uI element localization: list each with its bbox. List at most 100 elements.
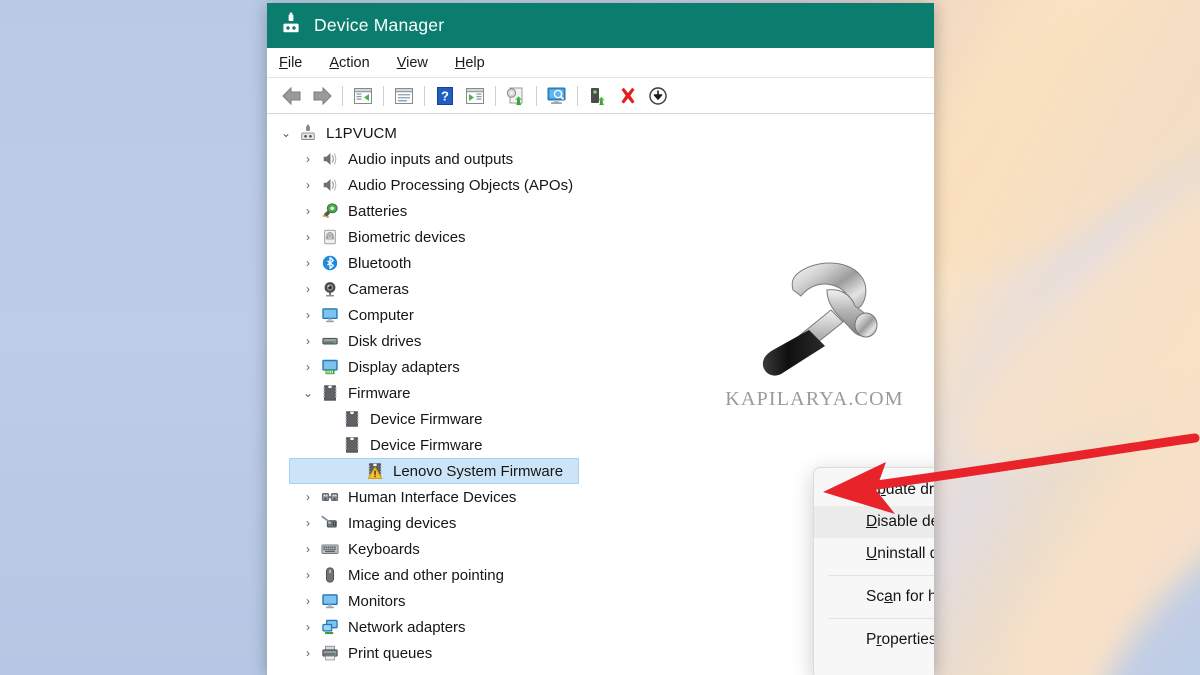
toolbar-separator <box>495 85 496 106</box>
toolbar: ? <box>267 78 934 114</box>
tree-item-label: Device Firmware <box>370 436 483 454</box>
chevron-right-icon[interactable]: › <box>297 594 319 608</box>
chevron-right-icon[interactable]: › <box>297 152 319 166</box>
update-driver-icon[interactable] <box>501 82 531 110</box>
toolbar-separator <box>577 85 578 106</box>
chevron-right-icon[interactable]: › <box>297 308 319 322</box>
forward-arrow-icon[interactable] <box>307 82 337 110</box>
chevron-right-icon[interactable]: › <box>297 516 319 530</box>
fingerprint-icon <box>319 227 341 247</box>
tree-row-computer[interactable]: › Computer <box>267 302 934 328</box>
menu-help[interactable]: Help <box>455 55 485 71</box>
tree-item-label: Audio Processing Objects (APOs) <box>348 176 574 194</box>
toolbar-separator <box>342 85 343 106</box>
menu-action[interactable]: Action <box>329 55 369 71</box>
tree-row-audio-processing-objects-apos[interactable]: › Audio Processing Objects (APOs) <box>267 172 934 198</box>
camera-icon <box>319 279 341 299</box>
disk-drive-icon <box>319 331 341 351</box>
desktop-background: Device Manager File Action View Help ? K… <box>0 0 1200 675</box>
monitor-icon <box>319 305 341 325</box>
toolbar-separator <box>536 85 537 106</box>
disable-device-icon[interactable] <box>643 82 673 110</box>
firmware-chip-icon <box>341 435 363 455</box>
svg-text:?: ? <box>441 88 449 103</box>
chevron-right-icon[interactable]: › <box>297 360 319 374</box>
context-menu-item-uninstall-device[interactable]: Uninstall device <box>814 538 934 570</box>
tree-item-label: Monitors <box>348 592 406 610</box>
help-icon[interactable]: ? <box>430 82 460 110</box>
device-manager-window: Device Manager File Action View Help ? K… <box>267 3 934 675</box>
context-menu-item-update-driver[interactable]: Update driver <box>814 474 934 506</box>
menu-view[interactable]: View <box>397 55 428 71</box>
tree-item-label: Human Interface Devices <box>348 488 517 506</box>
wallpaper-left-panel <box>0 0 282 675</box>
keyboard-icon <box>319 539 341 559</box>
chevron-right-icon[interactable]: › <box>297 230 319 244</box>
chevron-down-icon[interactable]: ⌄ <box>275 126 297 140</box>
tree-item-label: Cameras <box>348 280 409 298</box>
tree-row-disk-drives[interactable]: › Disk drives <box>267 328 934 354</box>
tree-row-biometric-devices[interactable]: › Biometric devices <box>267 224 934 250</box>
computer-root-icon <box>297 123 319 143</box>
firmware-chip-icon <box>341 409 363 429</box>
tree-item-label: Audio inputs and outputs <box>348 150 514 168</box>
chevron-right-icon[interactable]: › <box>297 542 319 556</box>
tree-row-firmware[interactable]: ⌄ Firmware <box>267 380 934 406</box>
context-menu-separator <box>828 575 934 576</box>
tree-item-label: Biometric devices <box>348 228 466 246</box>
display-adapter-icon <box>319 357 341 377</box>
battery-icon <box>319 201 341 221</box>
chevron-right-icon[interactable]: › <box>297 620 319 634</box>
imaging-device-icon <box>319 513 341 533</box>
speaker-icon <box>319 175 341 195</box>
tree-item-label: Display adapters <box>348 358 460 376</box>
enable-device-icon[interactable] <box>583 82 613 110</box>
context-menu[interactable]: Update driver Disable device Uninstall d… <box>813 467 934 675</box>
bluetooth-icon <box>319 253 341 273</box>
menu-bar: File Action View Help <box>267 48 934 78</box>
chevron-right-icon[interactable]: › <box>297 204 319 218</box>
chevron-right-icon[interactable]: › <box>297 490 319 504</box>
tree-row-audio-inputs-and-outputs[interactable]: › Audio inputs and outputs <box>267 146 934 172</box>
context-menu-item-scan-for-hardware-changes[interactable]: Scan for hardware changes <box>814 581 934 613</box>
chevron-right-icon[interactable]: › <box>297 334 319 348</box>
context-menu-separator <box>828 618 934 619</box>
tree-row-cameras[interactable]: › Cameras <box>267 276 934 302</box>
scan-for-hardware-changes-icon[interactable] <box>542 82 572 110</box>
hid-icon <box>319 487 341 507</box>
chevron-right-icon[interactable]: › <box>297 178 319 192</box>
chevron-right-icon[interactable]: › <box>297 568 319 582</box>
tree-row-device-firmware[interactable]: Device Firmware <box>267 432 934 458</box>
chevron-right-icon[interactable]: › <box>297 282 319 296</box>
tree-row-display-adapters[interactable]: › Display adapters <box>267 354 934 380</box>
tree-row-batteries[interactable]: › Batteries <box>267 198 934 224</box>
tree-row-device-firmware[interactable]: Device Firmware <box>267 406 934 432</box>
tree-row-bluetooth[interactable]: › Bluetooth <box>267 250 934 276</box>
tree-row-lenovo-system-firmware[interactable]: Lenovo System Firmware <box>289 458 579 484</box>
context-menu-item-disable-device[interactable]: Disable device <box>814 506 934 538</box>
tree-item-label: Firmware <box>348 384 411 402</box>
show-hide-console-tree-icon[interactable] <box>348 82 378 110</box>
printer-icon <box>319 643 341 663</box>
tree-item-label: Network adapters <box>348 618 466 636</box>
tree-item-label: Bluetooth <box>348 254 412 272</box>
properties-icon[interactable] <box>389 82 419 110</box>
tree-item-label: Mice and other pointing <box>348 566 504 584</box>
back-arrow-icon[interactable] <box>277 82 307 110</box>
tree-item-label: Computer <box>348 306 414 324</box>
chevron-down-icon[interactable]: ⌄ <box>297 386 319 400</box>
chevron-right-icon[interactable]: › <box>297 256 319 270</box>
window-titlebar: Device Manager <box>267 3 934 48</box>
tree-item-label: Print queues <box>348 644 433 662</box>
show-hide-action-pane-icon[interactable] <box>460 82 490 110</box>
uninstall-device-icon[interactable] <box>613 82 643 110</box>
mouse-icon <box>319 565 341 585</box>
firmware-chip-warning-icon <box>364 461 386 481</box>
chevron-right-icon[interactable]: › <box>297 646 319 660</box>
firmware-chip-icon <box>319 383 341 403</box>
network-adapter-icon <box>319 617 341 637</box>
monitor-icon <box>319 591 341 611</box>
tree-row-root[interactable]: ⌄ L1PVUCM <box>267 120 934 146</box>
menu-file[interactable]: File <box>279 55 302 71</box>
context-menu-item-properties[interactable]: Properties <box>814 624 934 656</box>
